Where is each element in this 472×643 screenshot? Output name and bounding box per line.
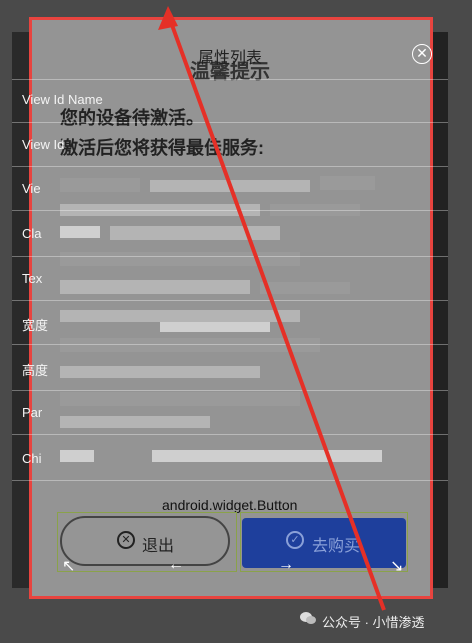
divider [12, 300, 448, 301]
right-arrow-icon[interactable]: → [278, 556, 294, 574]
divider [12, 122, 448, 123]
divider [12, 210, 448, 211]
prop-label-class[interactable]: Cla [22, 226, 42, 241]
prop-label-parent[interactable]: Par [22, 405, 42, 420]
exit-button-label: 退出 [142, 538, 175, 555]
buy-button[interactable]: ✓ 去购买 [242, 518, 406, 568]
close-circle-icon: ✕ [117, 531, 135, 549]
prop-label-text[interactable]: Tex [22, 271, 42, 286]
divider [12, 480, 448, 481]
divider [12, 390, 448, 391]
dialog-line-1: 您的设备待激活。 [60, 108, 204, 128]
divider [12, 256, 448, 257]
prop-label-view-id[interactable]: View Id [22, 137, 64, 152]
divider [12, 344, 448, 345]
watermark: 公众号 · 小惜渗透 [322, 615, 425, 630]
prop-label-view-id-name[interactable]: View Id Name [22, 92, 103, 107]
resize-arrow-icon[interactable]: ↘ [390, 556, 403, 576]
prop-label-children[interactable]: Chi [22, 451, 42, 466]
close-icon[interactable]: ✕ [412, 44, 432, 64]
divider [12, 434, 448, 435]
resize-arrow-icon[interactable]: ↖ [62, 556, 75, 576]
prop-label-view[interactable]: Vie [22, 181, 41, 196]
wechat-icon [300, 612, 316, 624]
prop-label-width[interactable]: 宽度 [22, 315, 48, 334]
dialog-line-2: 激活后您将获得最佳服务: [60, 138, 264, 158]
left-arrow-icon[interactable]: ← [168, 556, 184, 574]
property-panel-title: 属性列表 [198, 50, 263, 67]
check-circle-icon: ✓ [286, 531, 304, 549]
selected-widget-class: android.widget.Button [162, 497, 298, 513]
exit-button[interactable]: ✕ 退出 [60, 516, 230, 566]
divider [12, 79, 448, 80]
prop-label-height[interactable]: 高度 [22, 360, 48, 379]
buy-button-label: 去购买 [312, 538, 361, 555]
divider [12, 166, 448, 167]
